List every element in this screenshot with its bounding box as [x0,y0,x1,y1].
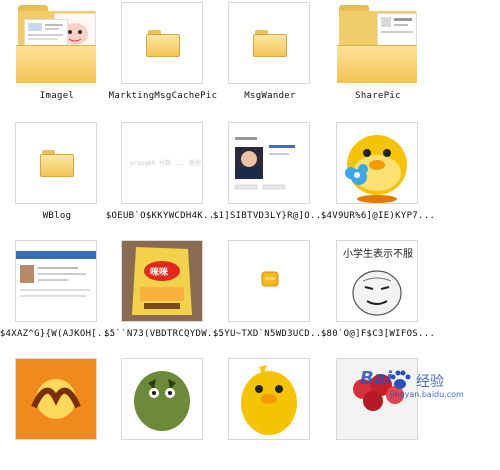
file-label: $OEUB`O$KKYWCDH4K... [105,211,221,221]
meme-face-thumbnail: 小学生表示不服 [336,240,418,322]
file-label: $4V9UR%6]@IE)KYP7... [320,211,436,221]
watermark-url: jingyan.baidu.com [390,390,464,399]
file-label: $80`O@]F$C3[WIFOS... [320,329,436,339]
image-file-item[interactable]: 小学生表示不服 $80`O@]F$C3[WIFOS... [321,240,435,352]
qq-penguin-flower-thumbnail [336,122,418,204]
file-label: MsgWander [244,91,296,101]
file-label: $5YU~TXD`N5WD3UCD... [212,329,328,339]
folder-item-imagel[interactable]: Imagel [2,2,112,114]
folder-icon [228,2,310,84]
green-monster-thumbnail [121,358,203,440]
folder-with-images-icon [336,2,418,84]
watermark-brand: Bai [360,368,393,389]
image-file-item[interactable] [108,358,218,470]
folder-icon [15,122,97,204]
image-thumbnail [228,122,310,204]
file-label: $4XAZ^G}{W(AJKOH[... [0,329,115,339]
image-thumbnail: wrong89 分数 ... 类型: 370 [121,122,203,204]
file-label: $5``N73(VBDTRCQYDW... [104,329,222,339]
meme-caption: 小学生表示不服 [343,249,413,260]
baidu-jingyan-watermark: Bai 经验 jingyan.baidu.com [354,362,500,402]
image-file-item[interactable] [2,358,112,470]
folder-icon [121,2,203,84]
image-file-item[interactable]: wrong89 分数 ... 类型: 370 $OEUB`O$KKYWCDH4K… [106,122,220,234]
small-emoji-thumbnail [228,240,310,322]
folder-item-msgwander[interactable]: MsgWander [215,2,325,114]
folder-item-sharepic[interactable]: SharePic [323,2,433,114]
image-thumbnail [15,240,97,322]
sunset-hands-heart-thumbnail [15,358,97,440]
file-label: WBlog [42,211,72,221]
folder-with-images-icon [15,2,97,84]
image-file-item[interactable] [215,358,325,470]
folder-item-marktingmsgcachepic[interactable]: MarktingMsgCachePic [108,2,218,114]
qq-penguin-thumbnail [228,358,310,440]
snack-label: 咪咪 [150,268,169,278]
watermark-brand-suffix: 经验 [416,374,444,390]
image-file-item[interactable]: $4XAZ^G}{W(AJKOH[... [0,240,114,352]
folder-item-wblog[interactable]: WBlog [2,122,112,234]
file-label: $1]SIBTVD3LY}R@]O... [212,211,328,221]
image-file-item[interactable]: $4V9UR%6]@IE)KYP7... [321,122,435,234]
file-explorer-icon-view: Imagel MarktingMsgCachePic MsgWander Sha… [0,0,500,440]
file-label: MarktingMsgCachePic [108,91,218,101]
file-label: SharePic [355,91,401,101]
blurred-text: wrong89 分数 ... 类型: 370 [130,160,202,167]
snack-bag-photo-thumbnail: 咪咪 [121,240,203,322]
file-label: Imagel [39,91,75,101]
image-file-item[interactable]: 咪咪 $5``N73(VBDTRCQYDW... [104,240,222,352]
image-file-item[interactable]: $1]SIBTVD3LY}R@]O... [213,122,327,234]
image-file-item[interactable]: $5YU~TXD`N5WD3UCD... [213,240,327,352]
